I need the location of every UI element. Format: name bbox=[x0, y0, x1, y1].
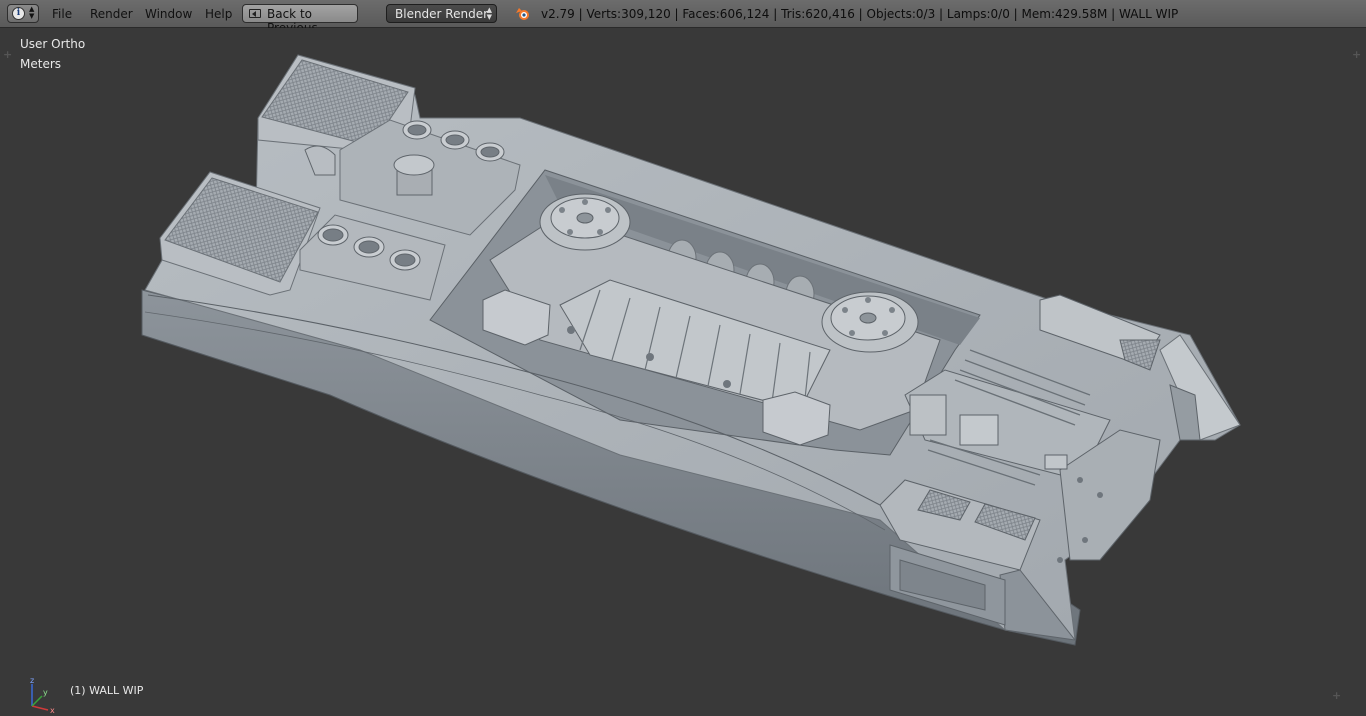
x-axis-line bbox=[31, 705, 49, 711]
editor-type-selector[interactable]: i ▲ ▼ bbox=[7, 4, 39, 23]
blender-logo-icon bbox=[516, 8, 529, 20]
info-icon: i bbox=[12, 7, 25, 20]
menu-render[interactable]: Render bbox=[90, 7, 133, 21]
3d-viewport[interactable]: User Ortho Meters + + + z x y (1) WALL W… bbox=[0, 28, 1366, 715]
view-axes-gizmo: z x y bbox=[30, 676, 55, 715]
menu-file[interactable]: File bbox=[52, 7, 72, 21]
back-icon bbox=[249, 9, 261, 18]
dropdown-arrows-icon: ▲ ▼ bbox=[29, 5, 35, 20]
y-axis-label: y bbox=[43, 688, 48, 697]
scene-statistics: v2.79 | Verts:309,120 | Faces:606,124 | … bbox=[541, 7, 1179, 21]
z-axis-label: z bbox=[30, 676, 34, 685]
info-header: i ▲▼ File Render Window Help Back to Pre… bbox=[0, 0, 1366, 35]
object-info: (1) WALL WIP bbox=[70, 684, 144, 697]
dropdown-arrows-icon: ▲ ▼ bbox=[486, 6, 492, 21]
menu-window[interactable]: Window bbox=[145, 7, 192, 21]
wall-wip-model[interactable] bbox=[0, 28, 1366, 705]
render-engine-select[interactable]: Blender Render ▲ ▼ bbox=[386, 4, 497, 23]
render-engine-value: Blender Render bbox=[395, 7, 489, 21]
back-to-previous-button[interactable]: Back to Previous bbox=[242, 4, 358, 35]
menu-help[interactable]: Help bbox=[205, 7, 232, 21]
x-axis-label: x bbox=[50, 706, 55, 715]
